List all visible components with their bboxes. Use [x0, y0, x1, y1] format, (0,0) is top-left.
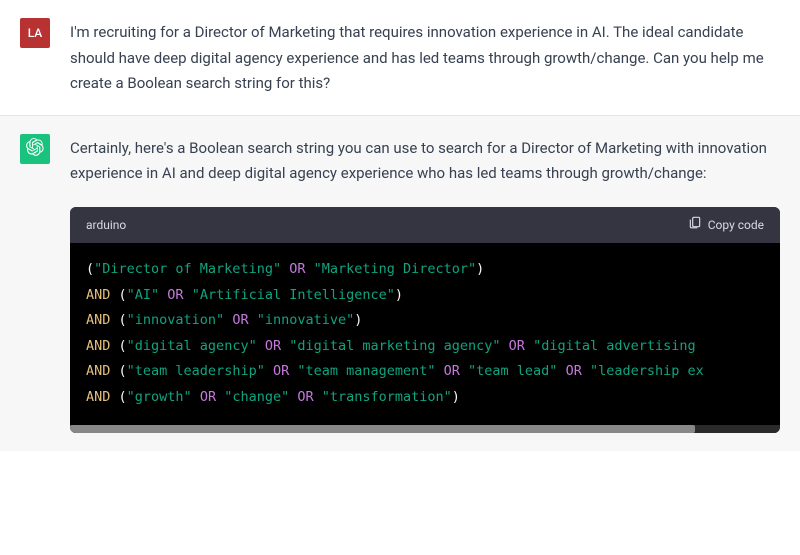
assistant-intro-text: Certainly, here's a Boolean search strin… — [70, 136, 780, 187]
user-message: LA I'm recruiting for a Director of Mark… — [0, 0, 800, 116]
clipboard-icon — [688, 215, 702, 235]
user-message-text: I'm recruiting for a Director of Marketi… — [70, 18, 780, 97]
assistant-avatar — [20, 134, 50, 164]
assistant-message: Certainly, here's a Boolean search strin… — [0, 116, 800, 451]
assistant-logo-icon — [26, 138, 44, 159]
copy-code-button[interactable]: Copy code — [688, 215, 764, 235]
code-line: AND ("digital agency" OR "digital market… — [86, 334, 764, 360]
horizontal-scrollbar[interactable] — [70, 425, 780, 433]
code-language-label: arduino — [86, 215, 126, 235]
code-line: AND ("growth" OR "change" OR "transforma… — [86, 385, 764, 411]
code-line: AND ("AI" OR "Artificial Intelligence") — [86, 283, 764, 309]
code-body[interactable]: ("Director of Marketing" OR "Marketing D… — [70, 243, 780, 425]
code-line: AND ("team leadership" OR "team manageme… — [86, 359, 764, 385]
assistant-content: Certainly, here's a Boolean search strin… — [70, 134, 780, 433]
user-avatar: LA — [20, 18, 50, 48]
code-block: arduino Copy code ("Director of Marketin… — [70, 207, 780, 433]
code-line: AND ("innovation" OR "innovative") — [86, 308, 764, 334]
copy-code-label: Copy code — [708, 215, 764, 235]
code-line: ("Director of Marketing" OR "Marketing D… — [86, 257, 764, 283]
code-header: arduino Copy code — [70, 207, 780, 243]
user-avatar-initials: LA — [28, 26, 43, 40]
scrollbar-thumb[interactable] — [70, 425, 695, 433]
